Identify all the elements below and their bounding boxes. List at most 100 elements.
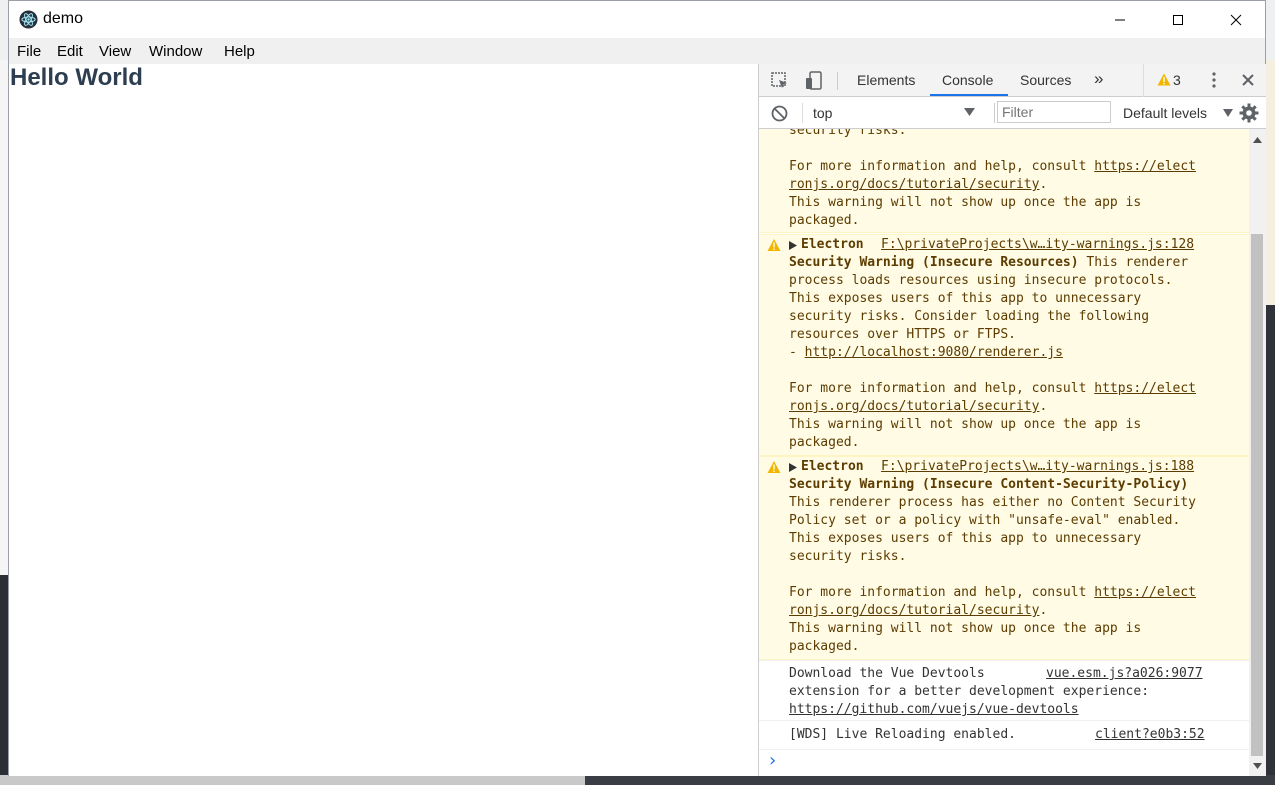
page-heading: Hello World (10, 64, 143, 91)
more-tabs-button[interactable]: » (1094, 69, 1103, 89)
kebab-menu-icon[interactable] (1212, 72, 1216, 88)
app-content: Hello World (9, 64, 758, 776)
app-window: demo File Edit View Window Help Hello Wo… (8, 0, 1266, 776)
menu-bar: File Edit View Window Help (9, 38, 1265, 64)
message-text: [WDS] Live Reloading enabled. (789, 727, 1016, 742)
menu-window[interactable]: Window (149, 43, 202, 60)
vue-devtools-link[interactable]: https://github.com/vuejs/vue-devtools (789, 701, 1079, 719)
console-warning-message: security risks. For more information and… (759, 129, 1249, 233)
scrollbar-thumb[interactable] (1251, 234, 1263, 756)
menu-view[interactable]: View (99, 43, 131, 60)
message-text: For more information and help, consult h… (789, 158, 1196, 176)
console-toolbar: top Default levels (759, 97, 1266, 129)
message-text: For more information and help, consult (789, 381, 1095, 396)
inspect-element-icon[interactable] (770, 71, 790, 91)
message-text: ronjs.org/docs/tutorial/security. (789, 176, 1047, 194)
title-bar[interactable]: demo (9, 1, 1265, 38)
message-text: For more information and help, consult (789, 585, 1095, 600)
warning-title: Security Warning (Insecure Content-Secur… (789, 477, 1189, 492)
message-text: process loads resources using insecure p… (789, 273, 1173, 288)
menu-edit[interactable]: Edit (57, 43, 83, 60)
toolbar-separator (994, 103, 995, 123)
close-devtools-icon[interactable] (1242, 74, 1254, 86)
chevron-down-icon (964, 108, 975, 116)
docs-link[interactable]: ronjs.org/docs/tutorial/security (789, 399, 1039, 414)
source-link[interactable]: vue.esm.js?a026:9077 (1046, 665, 1203, 683)
message-text: For more information and help, consult (789, 159, 1095, 174)
source-link[interactable]: F:\privateProjects\w…ity-warnings.js:128 (881, 236, 1194, 254)
console-log-message: [WDS] Live Reloading enabled. client?e0b… (759, 720, 1249, 749)
tab-separator (837, 72, 838, 90)
message-tag: Electron (801, 459, 864, 474)
source-link[interactable]: F:\privateProjects\w…ity-warnings.js:188 (881, 458, 1194, 476)
message-text: ronjs.org/docs/tutorial/security. (789, 602, 1047, 620)
docs-link[interactable]: https://elect (1094, 159, 1196, 174)
context-selector[interactable]: top (811, 103, 981, 123)
warning-title: Security Warning (Insecure Resources) (789, 255, 1079, 270)
maximize-icon (1173, 14, 1183, 25)
warning-count[interactable]: 3 (1173, 72, 1181, 88)
message-text: Policy set or a policy with "unsafe-eval… (789, 513, 1181, 528)
toolbar-separator (802, 103, 803, 123)
docs-link[interactable]: https://elect (1094, 585, 1196, 600)
warning-icon (767, 239, 781, 251)
devtools-tab-bar: Elements Console Sources » 3 (759, 64, 1266, 97)
message-text: - (789, 345, 805, 360)
warning-icon (767, 461, 781, 473)
source-link[interactable]: client?e0b3:52 (1095, 726, 1205, 744)
close-window-button[interactable] (1207, 1, 1265, 38)
message-text: This warning will not show up once the a… (789, 621, 1142, 636)
maximize-button[interactable] (1149, 1, 1207, 38)
docs-link[interactable]: https://elect (1094, 381, 1196, 396)
tab-sources[interactable]: Sources (1020, 72, 1071, 88)
devtools-panel: Elements Console Sources » 3 top Filter … (758, 64, 1266, 776)
expand-triangle-icon[interactable] (789, 463, 797, 472)
scroll-up-icon[interactable] (1253, 137, 1262, 143)
tab-elements[interactable]: Elements (857, 72, 915, 88)
message-text: security risks. Consider loading the fol… (789, 309, 1150, 324)
minimize-button[interactable] (1091, 1, 1149, 38)
background-page-strip (0, 775, 585, 785)
device-toolbar-icon[interactable] (804, 70, 824, 91)
message-text: security risks. (789, 549, 907, 564)
console-warning-message: Electron F:\privateProjects\w…ity-warnin… (759, 234, 1249, 456)
message-text: Download the Vue Devtools (789, 666, 985, 681)
log-levels-dropdown[interactable]: Default levels (1123, 97, 1233, 129)
message-text: This exposes users of this app to unnece… (789, 291, 1142, 306)
chevron-down-icon (1223, 109, 1233, 117)
expand-triangle-icon[interactable] (789, 241, 797, 250)
resource-link[interactable]: http://localhost:9080/renderer.js (805, 345, 1063, 360)
message-tag: Electron (801, 237, 864, 252)
message-text: ronjs.org/docs/tutorial/security. (789, 398, 1047, 416)
background-window-edge-right (1265, 60, 1275, 305)
tab-console[interactable]: Console (942, 72, 993, 88)
message-text: Security Warning (Insecure Resources) Th… (789, 254, 1188, 272)
message-text: - http://localhost:9080/renderer.js (789, 344, 1063, 362)
warning-icon[interactable] (1157, 73, 1171, 86)
console-scrollbar[interactable] (1249, 129, 1266, 776)
console-output[interactable]: security risks. For more information and… (759, 129, 1249, 776)
message-text: This warning will not show up once the a… (789, 417, 1142, 432)
message-text: This warning will not show up once the a… (789, 195, 1142, 210)
message-text: packaged. (789, 213, 860, 228)
filter-input[interactable] (997, 101, 1111, 123)
prompt-chevron-icon: › (769, 750, 777, 771)
close-icon (1230, 14, 1242, 25)
message-text: . (1039, 603, 1048, 618)
clear-console-icon[interactable] (771, 105, 788, 122)
menu-file[interactable]: File (17, 43, 41, 60)
console-prompt[interactable]: › (759, 749, 1249, 776)
docs-link[interactable]: ronjs.org/docs/tutorial/security (789, 177, 1039, 192)
console-log-message: Download the Vue Devtools vue.esm.js?a02… (759, 660, 1249, 720)
scroll-down-icon[interactable] (1253, 763, 1262, 769)
message-text: This renderer (1078, 255, 1189, 270)
message-text: . (1039, 177, 1048, 192)
message-text: security risks. (789, 129, 907, 138)
docs-link[interactable]: ronjs.org/docs/tutorial/security (789, 603, 1039, 618)
message-text: This exposes users of this app to unnece… (789, 531, 1142, 546)
minimize-icon (1115, 19, 1125, 20)
message-text: resources over HTTPS or FTPS. (789, 327, 1016, 342)
message-text: extension for a better development exper… (789, 684, 1150, 699)
menu-help[interactable]: Help (224, 43, 255, 60)
settings-gear-icon[interactable] (1239, 103, 1259, 123)
